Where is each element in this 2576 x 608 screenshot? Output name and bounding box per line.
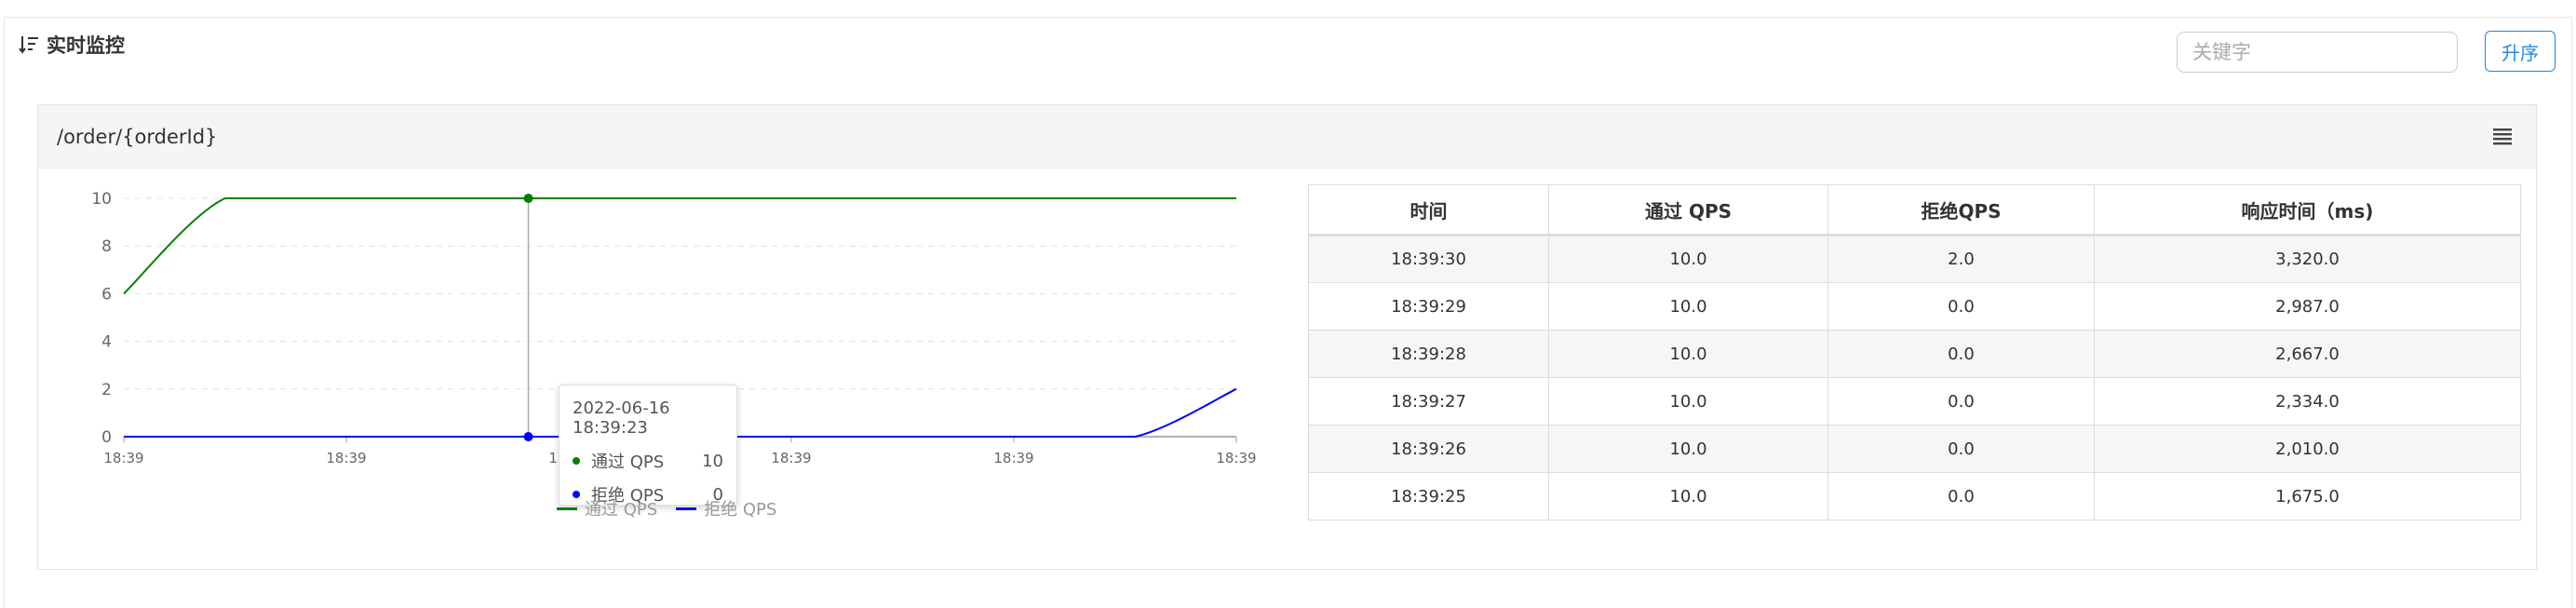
table-cell: 10.0: [1548, 282, 1828, 331]
table-header-row: 时间 通过 QPS 拒绝QPS 响应时间（ms): [1308, 184, 2521, 236]
table-cell: 18:39:27: [1308, 377, 1549, 426]
legend-label: 拒绝 QPS: [704, 500, 777, 520]
pass-qps-series-line: [123, 196, 1236, 295]
block-qps-point: [523, 432, 533, 441]
tooltip-row-pass: 通过 QPS 10: [573, 449, 723, 473]
keyword-search-input[interactable]: [2177, 32, 2458, 73]
table-row: 18:39:28 10.0 0.0 2,667.0: [1308, 330, 2521, 378]
table-cell: 18:39:29: [1308, 282, 1549, 331]
table-cell: 3,320.0: [2094, 235, 2521, 283]
tooltip-time: 2022-06-16 18:39:23: [573, 399, 670, 438]
table-cell: 10.0: [1548, 472, 1828, 520]
x-tick-label: 18:39: [993, 450, 1033, 466]
y-tick-label: 10: [91, 190, 112, 209]
y-tick-label: 8: [101, 237, 112, 256]
x-tick-label: 18:39: [103, 450, 143, 466]
legend-block-line-icon: [676, 507, 697, 510]
metrics-table: 时间 通过 QPS 拒绝QPS 响应时间（ms) 18:39:30 10.0 2.0…: [1308, 184, 2521, 520]
chart-tooltip: 2022-06-16 18:39:23 通过 QPS 10 拒绝 QPS 0: [559, 385, 737, 506]
table-cell: 10.0: [1548, 330, 1828, 378]
table-cell: 2,334.0: [2094, 377, 2521, 426]
table-cell: 10.0: [1548, 377, 1828, 426]
table-cell: 18:39:25: [1308, 472, 1549, 520]
column-header-block-qps: 拒绝QPS: [1827, 184, 2095, 236]
x-tick-label: 18:39: [771, 450, 811, 466]
chart-legend: 通过 QPS 拒绝 QPS: [557, 496, 776, 520]
table-cell: 10.0: [1548, 235, 1828, 283]
table-row: 18:39:30 10.0 2.0 3,320.0: [1308, 235, 2521, 283]
table-cell: 2,010.0: [2094, 425, 2521, 473]
table-row: 18:39:26 10.0 0.0 2,010.0: [1308, 425, 2521, 473]
table-cell: 18:39:28: [1308, 330, 1549, 378]
ascending-sort-button[interactable]: 升序: [2485, 31, 2556, 72]
table-cell: 0.0: [1827, 377, 2095, 426]
table-cell: 10.0: [1548, 425, 1828, 473]
table-row: 18:39:25 10.0 0.0 1,675.0: [1308, 472, 2521, 520]
y-tick-label: 2: [101, 381, 112, 399]
table-cell: 18:39:30: [1308, 235, 1549, 283]
x-tick-label: 18:39: [1216, 450, 1256, 466]
table-cell: 0.0: [1827, 330, 2095, 378]
pass-dot-icon: [573, 457, 580, 465]
legend-label: 通过 QPS: [585, 500, 658, 520]
table-cell: 2.0: [1827, 235, 2095, 283]
y-tick-label: 0: [101, 428, 112, 447]
table-row: 18:39:29 10.0 0.0 2,987.0: [1308, 282, 2521, 331]
legend-item-block[interactable]: 拒绝 QPS: [676, 496, 776, 520]
table-cell: 18:39:26: [1308, 425, 1549, 473]
table-cell: 0.0: [1827, 472, 2095, 520]
table-cell: 2,667.0: [2094, 330, 2521, 378]
y-tick-label: 4: [101, 333, 112, 352]
y-tick-label: 6: [101, 285, 112, 304]
column-header-time: 时间: [1308, 184, 1549, 236]
legend-pass-line-icon: [557, 507, 577, 510]
table-cell: 2,987.0: [2094, 282, 2521, 331]
table-cell: 1,675.0: [2094, 472, 2521, 520]
pass-qps-point: [523, 194, 533, 203]
legend-item-pass[interactable]: 通过 QPS: [557, 496, 657, 520]
table-cell: 0.0: [1827, 425, 2095, 473]
table-row: 18:39:27 10.0 0.0 2,334.0: [1308, 377, 2521, 426]
tooltip-series-value: 10: [702, 451, 723, 471]
menu-icon[interactable]: [2491, 126, 2514, 146]
tooltip-series-name: 通过 QPS: [591, 453, 665, 472]
x-tick-label: 18:39: [326, 450, 366, 466]
column-header-response-time: 响应时间（ms): [2094, 184, 2521, 236]
table-cell: 0.0: [1827, 282, 2095, 331]
column-header-pass-qps: 通过 QPS: [1548, 184, 1828, 236]
